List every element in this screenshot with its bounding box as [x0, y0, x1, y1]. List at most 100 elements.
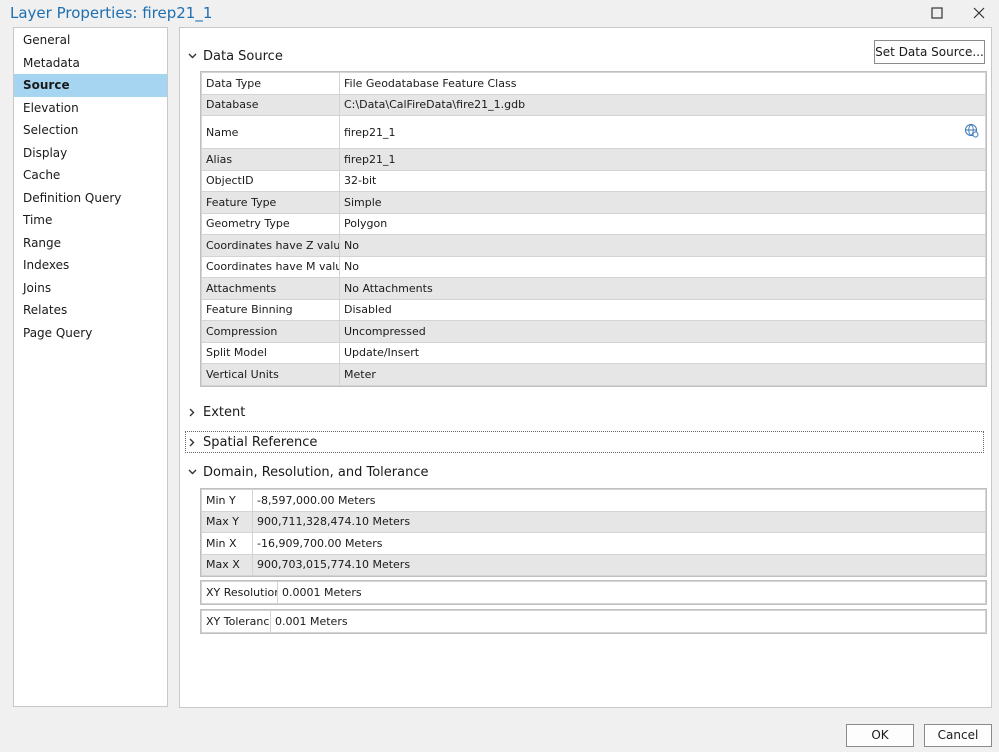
- table-row: Feature Binning Disabled: [201, 298, 986, 321]
- close-button[interactable]: [959, 0, 999, 26]
- row-value: Update/Insert: [339, 341, 986, 364]
- domain-header[interactable]: Domain, Resolution, and Tolerance: [186, 462, 428, 482]
- table-row: Alias firep21_1: [201, 148, 986, 171]
- row-key: Alias: [201, 148, 340, 171]
- row-value: File Geodatabase Feature Class: [339, 72, 986, 95]
- row-value: Uncompressed: [339, 320, 986, 343]
- row-key: Data Type: [201, 72, 340, 95]
- xy-tolerance-table: XY Tolerance 0.001 Meters: [200, 609, 987, 634]
- row-key: Vertical Units: [201, 363, 340, 386]
- table-row: Coordinates have M value No: [201, 255, 986, 278]
- sidebar-item-indexes[interactable]: Indexes: [14, 254, 167, 277]
- row-key: Max X: [201, 553, 253, 576]
- row-value: 0.0001 Meters: [277, 581, 986, 604]
- table-row: Feature Type Simple: [201, 191, 986, 214]
- sidebar-item-time[interactable]: Time: [14, 209, 167, 232]
- table-row: Coordinates have Z value No: [201, 234, 986, 257]
- table-row: Compression Uncompressed: [201, 320, 986, 343]
- domain-table: Min Y -8,597,000.00 Meters Max Y 900,711,3…: [200, 488, 987, 577]
- table-row: Split Model Update/Insert: [201, 341, 986, 364]
- maximize-icon: [931, 7, 943, 19]
- table-row: Attachments No Attachments: [201, 277, 986, 300]
- table-row: Min X -16,909,700.00 Meters: [201, 532, 986, 555]
- data-source-table: Data Type File Geodatabase Feature Class …: [200, 71, 987, 387]
- row-value: -16,909,700.00 Meters: [252, 532, 986, 555]
- table-row: Max X 900,703,015,774.10 Meters: [201, 553, 986, 576]
- table-row: ObjectID 32-bit: [201, 169, 986, 192]
- row-key: Geometry Type: [201, 212, 340, 235]
- extent-title: Extent: [203, 404, 246, 420]
- chevron-right-icon: [186, 408, 198, 417]
- row-key: Split Model: [201, 341, 340, 364]
- spatial-reference-header[interactable]: Spatial Reference: [185, 431, 984, 453]
- properties-panel: Data Source Set Data Source... Data Type…: [179, 27, 992, 708]
- table-row: XY Tolerance 0.001 Meters: [201, 610, 986, 633]
- table-row: Max Y 900,711,328,474.10 Meters: [201, 510, 986, 533]
- sidebar-item-page-query[interactable]: Page Query: [14, 322, 167, 345]
- sidebar-item-cache[interactable]: Cache: [14, 164, 167, 187]
- sidebar-item-range[interactable]: Range: [14, 232, 167, 255]
- table-row: XY Resolution 0.0001 Meters: [201, 581, 986, 604]
- table-row: Min Y -8,597,000.00 Meters: [201, 489, 986, 512]
- ok-button[interactable]: OK: [846, 724, 914, 747]
- row-key: ObjectID: [201, 169, 340, 192]
- row-value: Polygon: [339, 212, 986, 235]
- row-value: firep21_1: [339, 148, 986, 171]
- table-row: Data Type File Geodatabase Feature Class: [201, 72, 986, 95]
- sidebar-item-relates[interactable]: Relates: [14, 299, 167, 322]
- row-value: No Attachments: [339, 277, 986, 300]
- row-value: Disabled: [339, 298, 986, 321]
- cancel-button[interactable]: Cancel: [924, 724, 992, 747]
- spatial-reference-title: Spatial Reference: [203, 434, 318, 450]
- row-value: Meter: [339, 363, 986, 386]
- sidebar-item-source[interactable]: Source: [14, 74, 167, 97]
- row-key: XY Resolution: [201, 581, 278, 604]
- row-value: No: [339, 234, 986, 257]
- row-value: C:\Data\CalFireData\fire21_1.gdb: [339, 93, 986, 116]
- row-value: 32-bit: [339, 169, 986, 192]
- row-value: Simple: [339, 191, 986, 214]
- name-value-cell[interactable]: firep21_1: [339, 115, 986, 149]
- row-key: Max Y: [201, 510, 253, 533]
- data-source-header[interactable]: Data Source: [186, 46, 283, 66]
- row-value: 900,703,015,774.10 Meters: [252, 553, 986, 576]
- table-row: Vertical Units Meter: [201, 363, 986, 386]
- row-key: Min Y: [201, 489, 253, 512]
- sidebar-item-definition-query[interactable]: Definition Query: [14, 187, 167, 210]
- maximize-button[interactable]: [917, 0, 957, 26]
- sidebar-item-display[interactable]: Display: [14, 142, 167, 165]
- sidebar-item-general[interactable]: General: [14, 29, 167, 52]
- table-row: Geometry Type Polygon: [201, 212, 986, 235]
- row-key: Attachments: [201, 277, 340, 300]
- sidebar-item-elevation[interactable]: Elevation: [14, 97, 167, 120]
- sidebar-item-joins[interactable]: Joins: [14, 277, 167, 300]
- extent-header[interactable]: Extent: [186, 402, 245, 422]
- row-key: Compression: [201, 320, 340, 343]
- row-key: Name: [201, 115, 340, 149]
- row-value: No: [339, 255, 986, 278]
- close-icon: [973, 7, 985, 19]
- row-key: Coordinates have M value: [201, 255, 340, 278]
- row-key: Feature Binning: [201, 298, 340, 321]
- row-value: 0.001 Meters: [270, 610, 986, 633]
- set-data-source-button[interactable]: Set Data Source...: [874, 40, 985, 64]
- sidebar: General Metadata Source Elevation Select…: [13, 27, 168, 707]
- chevron-down-icon: [186, 469, 198, 475]
- sidebar-item-selection[interactable]: Selection: [14, 119, 167, 142]
- row-key: XY Tolerance: [201, 610, 271, 633]
- chevron-down-icon: [186, 53, 198, 59]
- globe-info-icon[interactable]: [964, 123, 979, 141]
- row-value: 900,711,328,474.10 Meters: [252, 510, 986, 533]
- data-source-title: Data Source: [203, 48, 283, 64]
- xy-resolution-table: XY Resolution 0.0001 Meters: [200, 580, 987, 605]
- row-key: Coordinates have Z value: [201, 234, 340, 257]
- sidebar-item-metadata[interactable]: Metadata: [14, 52, 167, 75]
- title-bar: Layer Properties: firep21_1: [0, 0, 999, 26]
- table-row: Database C:\Data\CalFireData\fire21_1.gdb: [201, 93, 986, 116]
- chevron-right-icon: [186, 438, 198, 447]
- domain-title: Domain, Resolution, and Tolerance: [203, 464, 429, 480]
- row-value: firep21_1: [344, 125, 396, 139]
- row-key: Min X: [201, 532, 253, 555]
- window-title: Layer Properties: firep21_1: [10, 4, 213, 22]
- row-value: -8,597,000.00 Meters: [252, 489, 986, 512]
